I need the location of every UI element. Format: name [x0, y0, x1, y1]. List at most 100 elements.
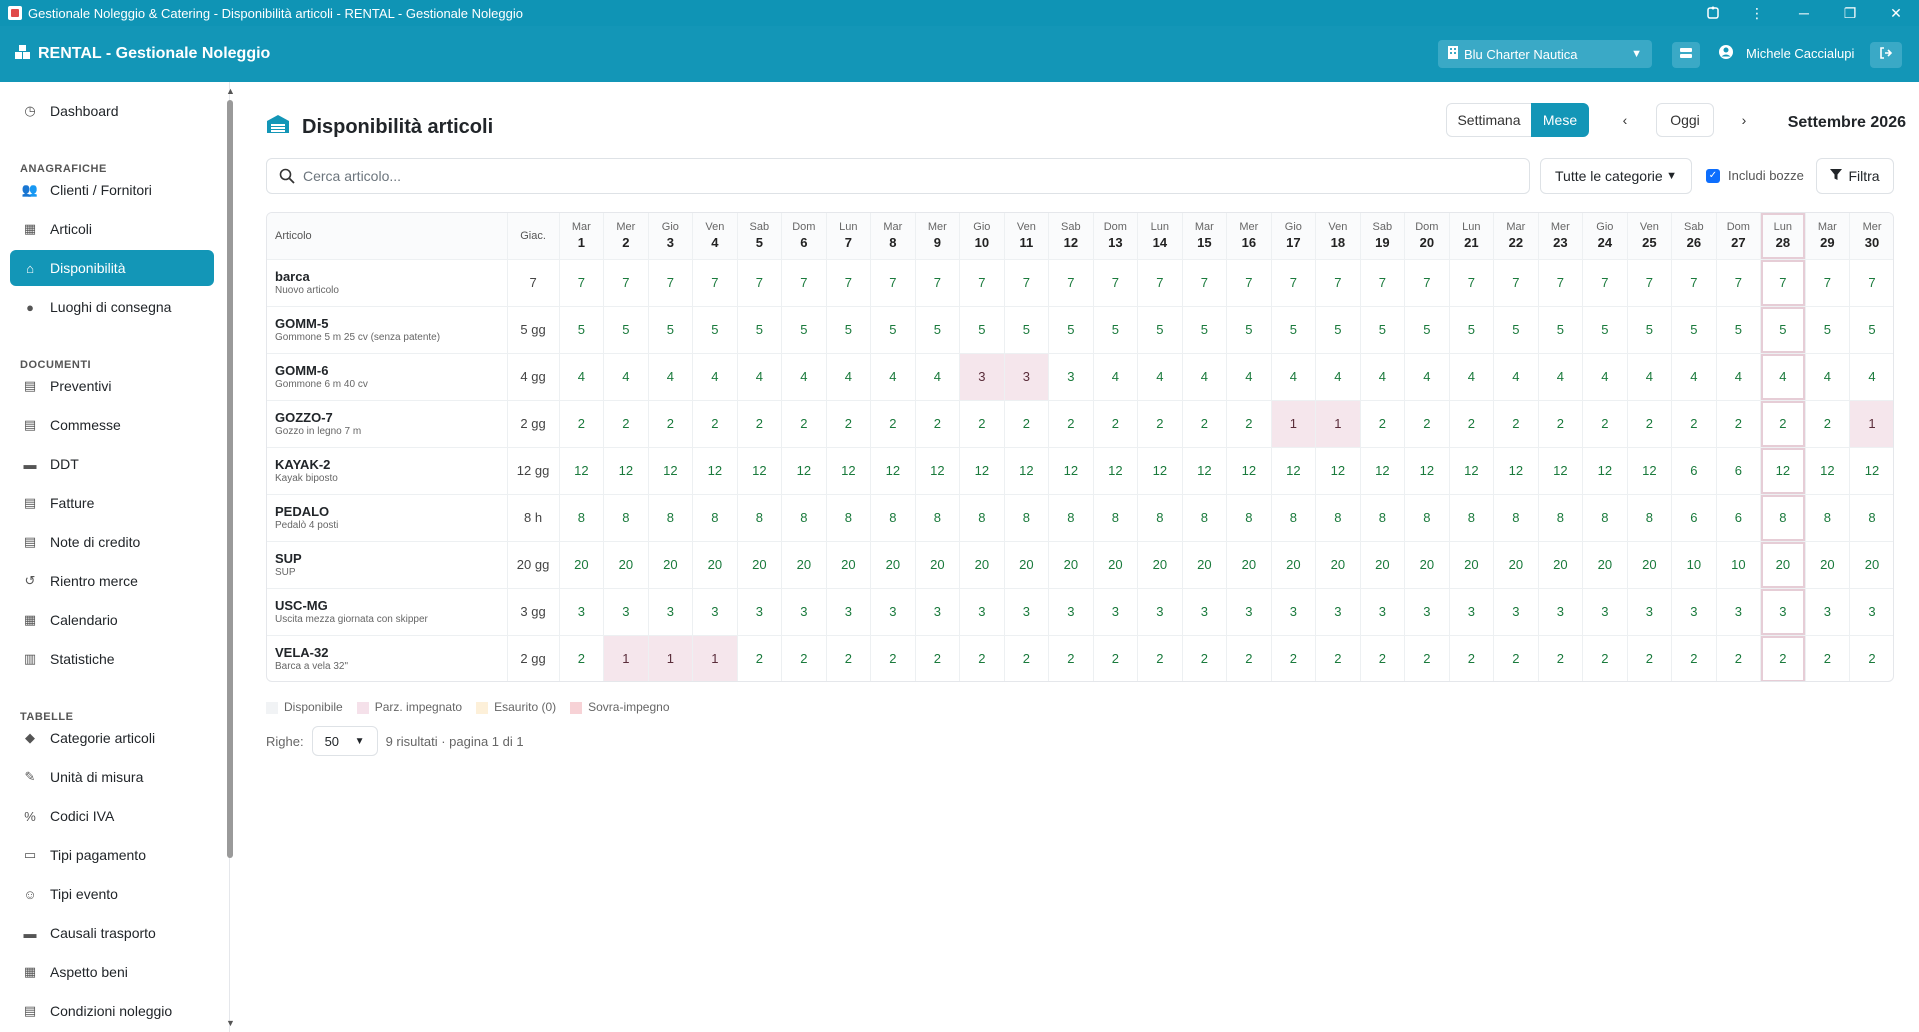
availability-cell[interactable]: 4	[1760, 353, 1806, 401]
sidebar-item-note-di-credito[interactable]: ▤ Note di credito	[10, 524, 214, 560]
database-button[interactable]	[1672, 42, 1700, 68]
sidebar-item-articoli[interactable]: ▦ Articoli	[10, 211, 214, 247]
availability-cell[interactable]: 12	[1137, 447, 1183, 495]
availability-cell[interactable]: 4	[1716, 353, 1762, 401]
availability-cell[interactable]: 5	[1582, 306, 1628, 354]
availability-cell[interactable]: 7	[1849, 259, 1893, 307]
sidebar-item-commesse[interactable]: ▤ Commesse	[10, 407, 214, 443]
availability-cell[interactable]: 2	[1582, 400, 1628, 448]
availability-cell[interactable]: 20	[648, 541, 694, 589]
availability-cell[interactable]: 5	[870, 306, 916, 354]
availability-cell[interactable]: 12	[1760, 447, 1806, 495]
availability-cell[interactable]: 12	[1226, 447, 1272, 495]
sidebar-item-codici-iva[interactable]: % Codici IVA	[10, 798, 214, 834]
user-menu[interactable]: Michele Caccialupi	[1718, 44, 1854, 63]
availability-cell[interactable]: 12	[559, 447, 605, 495]
more-options-icon[interactable]: ⋮	[1734, 0, 1780, 26]
availability-cell[interactable]: 2	[1226, 635, 1272, 681]
availability-cell[interactable]: 12	[1627, 447, 1673, 495]
availability-cell[interactable]: 2	[1093, 635, 1139, 681]
sidebar-item-statistiche[interactable]: ▥ Statistiche	[10, 641, 214, 677]
availability-cell[interactable]: 10	[1671, 541, 1717, 589]
availability-cell[interactable]: 2	[692, 400, 738, 448]
availability-cell[interactable]: 10	[1716, 541, 1762, 589]
table-row[interactable]: KAYAK-2 Kayak biposto 12 gg 12 12 12 12 12 12 12 1…	[267, 447, 1893, 495]
sidebar-item-unita-di-misura[interactable]: ✎ Unità di misura	[10, 759, 214, 795]
availability-cell[interactable]: 4	[1093, 353, 1139, 401]
availability-cell[interactable]: 12	[870, 447, 916, 495]
availability-cell[interactable]: 8	[870, 494, 916, 542]
availability-cell[interactable]: 8	[559, 494, 605, 542]
availability-cell[interactable]: 12	[1004, 447, 1050, 495]
availability-cell[interactable]: 2	[1137, 400, 1183, 448]
availability-cell[interactable]: 7	[1760, 259, 1806, 307]
availability-cell[interactable]: 2	[1404, 635, 1450, 681]
availability-cell[interactable]: 5	[1760, 306, 1806, 354]
view-month-button[interactable]: Mese	[1531, 103, 1589, 137]
availability-cell[interactable]: 8	[1137, 494, 1183, 542]
availability-cell[interactable]: 4	[1849, 353, 1893, 401]
availability-cell[interactable]: 2	[737, 635, 783, 681]
availability-cell[interactable]: 2	[1404, 400, 1450, 448]
availability-cell[interactable]: 3	[1315, 588, 1361, 636]
availability-cell[interactable]: 8	[1048, 494, 1094, 542]
availability-cell[interactable]: 3	[1226, 588, 1272, 636]
availability-cell[interactable]: 12	[1093, 447, 1139, 495]
sidebar-item-fatture[interactable]: ▤ Fatture	[10, 485, 214, 521]
availability-cell[interactable]: 20	[737, 541, 783, 589]
availability-cell[interactable]: 20	[1137, 541, 1183, 589]
availability-cell[interactable]: 7	[692, 259, 738, 307]
availability-cell[interactable]: 7	[781, 259, 827, 307]
availability-cell[interactable]: 3	[1271, 588, 1317, 636]
availability-cell[interactable]: 2	[781, 635, 827, 681]
availability-cell[interactable]: 12	[1360, 447, 1406, 495]
availability-cell[interactable]: 7	[1093, 259, 1139, 307]
availability-cell[interactable]: 3	[915, 588, 961, 636]
sidebar-item-rientro-merce[interactable]: ↺ Rientro merce	[10, 563, 214, 599]
availability-cell[interactable]: 3	[1360, 588, 1406, 636]
sidebar-item-causali-trasporto[interactable]: ▬ Causali trasporto	[10, 915, 214, 951]
table-row[interactable]: VELA-32 Barca a vela 32" 2 gg 2 1 1 1 2 2 2 2 2 2 2 2 2…	[267, 635, 1893, 681]
availability-cell[interactable]: 5	[1137, 306, 1183, 354]
availability-cell[interactable]: 20	[1582, 541, 1628, 589]
availability-cell[interactable]: 5	[1048, 306, 1094, 354]
availability-cell[interactable]: 2	[1048, 635, 1094, 681]
availability-cell[interactable]: 4	[1271, 353, 1317, 401]
availability-cell[interactable]: 2	[1271, 635, 1317, 681]
availability-cell[interactable]: 4	[1404, 353, 1450, 401]
availability-cell[interactable]: 4	[1805, 353, 1851, 401]
availability-cell[interactable]: 1	[648, 635, 694, 681]
availability-cell[interactable]: 7	[826, 259, 872, 307]
availability-cell[interactable]: 3	[1004, 353, 1050, 401]
availability-cell[interactable]: 5	[959, 306, 1005, 354]
sidebar-item-calendario[interactable]: ▦ Calendario	[10, 602, 214, 638]
availability-cell[interactable]: 8	[1627, 494, 1673, 542]
availability-cell[interactable]: 12	[603, 447, 649, 495]
availability-cell[interactable]: 5	[1627, 306, 1673, 354]
availability-cell[interactable]: 5	[1004, 306, 1050, 354]
category-select[interactable]: Tutte le categorie ▼	[1540, 158, 1692, 194]
logout-button[interactable]	[1870, 42, 1902, 68]
scrollbar-thumb[interactable]	[227, 100, 233, 858]
availability-cell[interactable]: 4	[648, 353, 694, 401]
article-cell[interactable]: SUP SUP	[267, 541, 508, 589]
availability-cell[interactable]: 12	[1182, 447, 1228, 495]
availability-cell[interactable]: 7	[737, 259, 783, 307]
availability-cell[interactable]: 3	[1627, 588, 1673, 636]
availability-cell[interactable]: 8	[826, 494, 872, 542]
availability-cell[interactable]: 6	[1716, 447, 1762, 495]
availability-cell[interactable]: 5	[1226, 306, 1272, 354]
availability-cell[interactable]: 20	[870, 541, 916, 589]
availability-cell[interactable]: 3	[781, 588, 827, 636]
extensions-icon[interactable]	[1690, 0, 1736, 26]
availability-cell[interactable]: 8	[1271, 494, 1317, 542]
article-cell[interactable]: GOMM-6 Gommone 6 m 40 cv	[267, 353, 508, 401]
availability-cell[interactable]: 3	[1716, 588, 1762, 636]
availability-cell[interactable]: 2	[1182, 400, 1228, 448]
availability-cell[interactable]: 3	[559, 588, 605, 636]
availability-cell[interactable]: 3	[1404, 588, 1450, 636]
availability-cell[interactable]: 4	[603, 353, 649, 401]
availability-cell[interactable]: 8	[1182, 494, 1228, 542]
availability-cell[interactable]: 5	[1716, 306, 1762, 354]
availability-cell[interactable]: 20	[692, 541, 738, 589]
